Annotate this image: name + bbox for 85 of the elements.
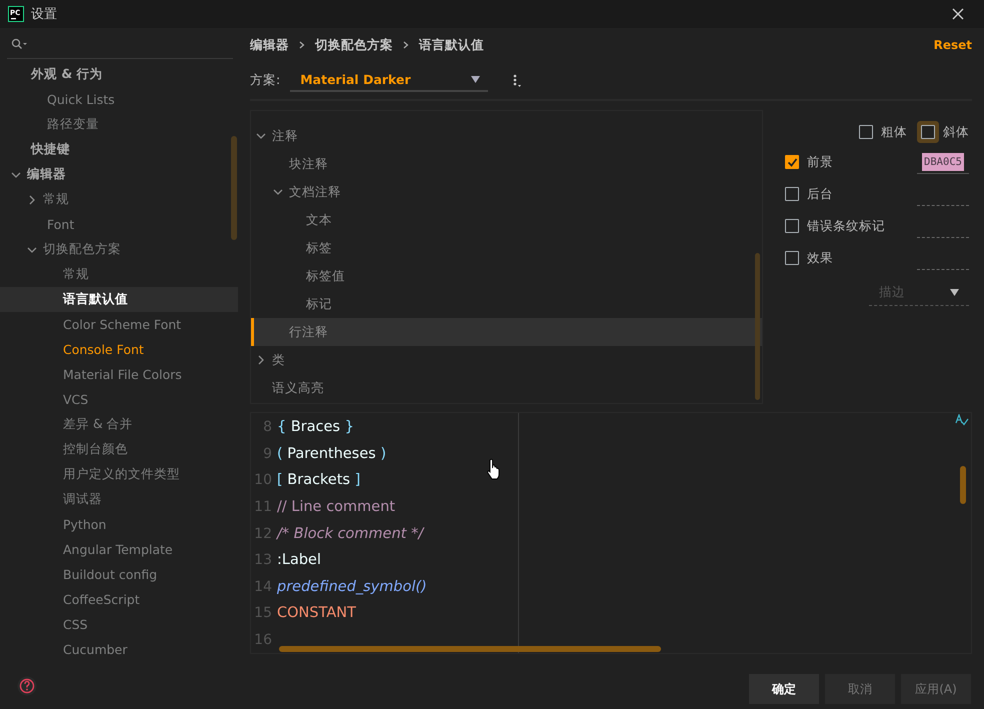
breadcrumb-separator-icon	[403, 41, 409, 49]
more-options-icon[interactable]	[512, 72, 522, 88]
code-line: [ Brackets ]	[277, 472, 360, 488]
tree-item[interactable]: 文档注释	[251, 178, 762, 206]
sidebar-item[interactable]: VCS	[0, 387, 240, 412]
checkbox-label: 后台	[807, 186, 833, 202]
breadcrumb-item[interactable]: 切换配色方案	[315, 36, 393, 54]
sidebar-item[interactable]: Cucumber	[0, 637, 240, 662]
dropdown-arrow-icon	[950, 289, 959, 296]
tree-item[interactable]: 行注释	[251, 318, 762, 346]
tree-item[interactable]: 块注释	[251, 150, 762, 178]
scheme-dropdown[interactable]: Material Darker	[290, 70, 488, 92]
dialog-button[interactable]: 确定	[749, 674, 819, 704]
breadcrumb-item[interactable]: 语言默认值	[419, 36, 484, 54]
checkbox-label: 斜体	[943, 124, 969, 140]
chevron-down-icon[interactable]	[256, 131, 266, 141]
sidebar-item[interactable]: Font	[0, 212, 240, 237]
code-line: { Braces }	[277, 419, 354, 436]
sidebar-item[interactable]: CoffeeScript	[0, 587, 240, 612]
sidebar-item[interactable]: 切换配色方案	[0, 237, 240, 262]
breadcrumb-separator-icon	[299, 41, 305, 49]
tree-item[interactable]: 文本	[251, 206, 762, 234]
sidebar-item[interactable]: 调试器	[0, 487, 240, 512]
code-line: CONSTANT	[277, 605, 356, 622]
checkbox-label: 前景	[807, 154, 833, 170]
sidebar-item[interactable]: Material File Colors	[0, 362, 240, 387]
hand-cursor-icon	[486, 458, 502, 480]
sidebar-item[interactable]: 路径变量	[0, 112, 240, 137]
sidebar-item[interactable]: CSS	[0, 612, 240, 637]
reset-link[interactable]: Reset	[934, 38, 972, 52]
checkmark-icon	[786, 156, 798, 168]
sidebar-item[interactable]: 差异 & 合并	[0, 412, 240, 437]
close-icon[interactable]	[952, 8, 964, 20]
search-icon	[11, 38, 29, 50]
tree-item[interactable]: 标签	[251, 234, 762, 262]
sidebar-item[interactable]: 用户定义的文件类型	[0, 462, 240, 487]
sidebar-item[interactable]: 控制台颜色	[0, 437, 240, 462]
code-line: :Label	[277, 552, 322, 568]
sidebar-item[interactable]: Quick Lists	[0, 87, 240, 112]
window-title: 设置	[31, 6, 58, 23]
checkbox[interactable]	[785, 187, 799, 201]
chevron-down-icon[interactable]	[273, 187, 283, 197]
chevron-down-icon[interactable]	[27, 244, 37, 254]
chevron-right-icon[interactable]	[256, 355, 266, 365]
spellcheck-icon[interactable]	[955, 414, 969, 426]
tree-item[interactable]: 注释	[251, 122, 762, 150]
sidebar-item[interactable]: Python	[0, 512, 240, 537]
color-value-field[interactable]: DBA0C5	[922, 152, 964, 170]
scrollbar-thumb[interactable]	[231, 136, 237, 240]
sidebar-item[interactable]: 常规	[0, 187, 240, 212]
checkbox-label: 错误条纹标记	[807, 218, 885, 234]
checkbox-label: 粗体	[881, 124, 907, 140]
checkbox[interactable]	[785, 155, 799, 169]
sidebar-item[interactable]: Angular Template	[0, 537, 240, 562]
checkbox[interactable]	[785, 219, 799, 233]
code-line: /* Block comment */	[277, 526, 424, 542]
sidebar-item[interactable]: 快捷键	[0, 137, 240, 162]
chevron-down-icon[interactable]	[11, 170, 21, 180]
dialog-button[interactable]: 取消	[825, 674, 895, 704]
sidebar-item[interactable]: 外观 & 行为	[0, 62, 240, 87]
code-line: ( Parentheses )	[277, 446, 386, 462]
sidebar-item[interactable]: Console Font	[0, 337, 240, 362]
checkbox[interactable]	[859, 125, 873, 139]
tree-item[interactable]: 语义高亮	[251, 374, 762, 402]
sidebar-item[interactable]: Color Scheme Font	[0, 312, 240, 337]
breadcrumb-item[interactable]: 编辑器	[250, 36, 289, 54]
sidebar-item[interactable]: 语言默认值	[0, 287, 238, 312]
dialog-button[interactable]: 应用(A)	[901, 674, 971, 704]
sidebar-item[interactable]: 常规	[0, 262, 240, 287]
sidebar-item[interactable]: 编辑器	[0, 162, 240, 187]
scheme-label: 方案:	[250, 72, 280, 89]
sidebar-item[interactable]: Buildout config	[0, 562, 240, 587]
checkbox[interactable]	[785, 251, 799, 265]
tree-item[interactable]: 标记	[251, 290, 762, 318]
chevron-right-icon[interactable]	[27, 194, 37, 204]
tree-item[interactable]: 标签值	[251, 262, 762, 290]
checkbox-label: 效果	[807, 250, 833, 266]
scrollbar-thumb[interactable]	[279, 646, 661, 652]
scrollbar-thumb[interactable]	[755, 253, 760, 400]
code-line: predefined_symbol()	[277, 578, 427, 595]
tree-item[interactable]: 类	[251, 346, 762, 374]
code-line: // Line comment	[277, 498, 396, 515]
dropdown-arrow-icon	[471, 76, 480, 83]
scrollbar-thumb[interactable]	[960, 466, 966, 504]
help-icon[interactable]	[17, 676, 37, 696]
